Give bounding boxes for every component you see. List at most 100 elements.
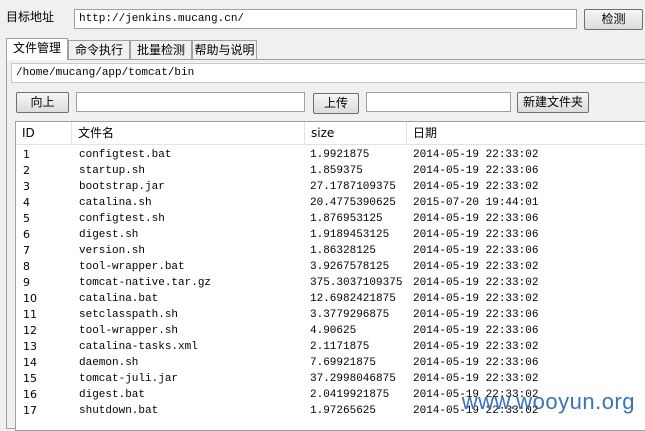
tab-batch-detect[interactable]: 批量检测 [130,40,192,60]
cell-date: 2014-05-19 22:33:02 [413,181,539,193]
tab-command-exec[interactable]: 命令执行 [68,40,130,60]
cell-size: 27.1787109375 [310,181,396,193]
cell-filename: tool-wrapper.sh [79,325,179,337]
cell-size: 4.90625 [310,325,357,337]
cell-date: 2014-05-19 22:33:02 [413,277,539,289]
table-row[interactable]: 1 configtest.bat 1.9921875 2014-05-19 22:33… [16,147,645,163]
cell-filename: shutdown.bat [79,405,159,417]
cell-filename: digest.sh [79,229,139,241]
table-row[interactable]: 8 tool-wrapper.bat 3.9267578125 2014-05-19 … [16,259,645,275]
cell-date: 2014-05-19 22:33:02 [413,149,539,161]
cell-filename: startup.sh [79,165,146,177]
cell-id: 13 [23,340,37,353]
column-header-size[interactable]: size [305,122,407,144]
cell-size: 2.1171875 [310,341,370,353]
cell-size: 7.69921875 [310,357,377,369]
cell-size: 1.9921875 [310,149,370,161]
new-folder-name-input[interactable] [366,92,511,112]
column-header-filename[interactable]: 文件名 [72,122,305,144]
table-row[interactable]: 3 bootstrap.jar 27.1787109375 2014-05-19 22… [16,179,645,195]
table-header: ID 文件名 size 日期 [16,122,645,145]
cell-id: 6 [23,228,30,241]
tab-help[interactable]: 帮助与说明 [192,40,257,60]
cell-date: 2014-05-19 22:33:06 [413,229,539,241]
cell-id: 9 [23,276,30,289]
table-row[interactable]: 10 catalina.bat 12.6982421875 2014-05-19 22… [16,291,645,307]
cell-size: 1.876953125 [310,213,383,225]
cell-size: 375.3037109375 [310,277,403,289]
cell-id: 14 [23,356,37,369]
cell-date: 2014-05-19 22:33:02 [413,261,539,273]
cell-filename: catalina.sh [79,197,152,209]
path-input[interactable]: /home/mucang/app/tomcat/bin [11,63,645,83]
cell-size: 3.3779296875 [310,309,390,321]
column-header-date[interactable]: 日期 [407,122,645,144]
table-row[interactable]: 9 tomcat-native.tar.gz 375.3037109375 2014-… [16,275,645,291]
cell-filename: digest.bat [79,389,146,401]
cell-size: 20.4775390625 [310,197,396,209]
cell-date: 2014-05-19 22:33:02 [413,341,539,353]
table-row[interactable]: 13 catalina-tasks.xml 2.1171875 2014-05-19 … [16,339,645,355]
upload-button[interactable]: 上传 [313,93,359,114]
table-row[interactable]: 4 catalina.sh 20.4775390625 2015-07-20 19:4… [16,195,645,211]
cell-date: 2015-07-20 19:44:01 [413,197,539,209]
cell-size: 1.859375 [310,165,363,177]
cell-id: 3 [23,180,30,193]
cell-id: 1 [23,148,30,161]
new-folder-button[interactable]: 新建文件夹 [517,92,589,113]
cell-date: 2014-05-19 22:33:06 [413,357,539,369]
table-row[interactable]: 6 digest.sh 1.9189453125 2014-05-19 22:33:0… [16,227,645,243]
cell-filename: catalina-tasks.xml [79,341,198,353]
cell-filename: configtest.bat [79,149,172,161]
table-row[interactable]: 7 version.sh 1.86328125 2014-05-19 22:33:06 [16,243,645,259]
table-row[interactable]: 14 daemon.sh 7.69921875 2014-05-19 22:33:06 [16,355,645,371]
cell-filename: tomcat-juli.jar [79,373,179,385]
tab-file-manager[interactable]: 文件管理 [6,38,68,60]
column-header-id[interactable]: ID [16,122,72,144]
cell-date: 2014-05-19 22:33:06 [413,213,539,225]
detect-button[interactable]: 检测 [584,9,643,30]
cell-size: 3.9267578125 [310,261,390,273]
cell-id: 12 [23,324,37,337]
cell-filename: setclasspath.sh [79,309,179,321]
cell-date: 2014-05-19 22:33:06 [413,245,539,257]
file-table: ID 文件名 size 日期 1 configtest.bat 1.9921875 2… [15,121,645,431]
cell-date: 2014-05-19 22:33:06 [413,165,539,177]
table-row[interactable]: 5 configtest.sh 1.876953125 2014-05-19 22:3… [16,211,645,227]
cell-filename: version.sh [79,245,146,257]
watermark: www.wooyun.org [461,389,635,414]
cell-filename: daemon.sh [79,357,139,369]
cell-id: 5 [23,212,30,225]
cell-date: 2014-05-19 22:33:06 [413,309,539,321]
cell-size: 1.9189453125 [310,229,390,241]
table-row[interactable]: 11 setclasspath.sh 3.3779296875 2014-05-19 … [16,307,645,323]
cell-filename: tomcat-native.tar.gz [79,277,212,289]
cell-filename: bootstrap.jar [79,181,165,193]
upload-path-input[interactable] [76,92,305,112]
cell-date: 2014-05-19 22:33:02 [413,293,539,305]
cell-size: 1.86328125 [310,245,377,257]
cell-id: 10 [23,292,37,305]
cell-id: 8 [23,260,30,273]
cell-filename: configtest.sh [79,213,165,225]
table-row[interactable]: 12 tool-wrapper.sh 4.90625 2014-05-19 22:33… [16,323,645,339]
table-row[interactable]: 2 startup.sh 1.859375 2014-05-19 22:33:06 [16,163,645,179]
cell-id: 17 [23,404,37,417]
target-url-input[interactable]: http://jenkins.mucang.cn/ [74,9,577,29]
cell-size: 1.97265625 [310,405,377,417]
cell-size: 37.2998046875 [310,373,396,385]
cell-date: 2014-05-19 22:33:02 [413,373,539,385]
cell-id: 16 [23,388,37,401]
cell-filename: catalina.bat [79,293,159,305]
cell-id: 4 [23,196,30,209]
table-row[interactable]: 15 tomcat-juli.jar 37.2998046875 2014-05-19… [16,371,645,387]
cell-id: 15 [23,372,37,385]
cell-id: 2 [23,164,30,177]
cell-size: 2.0419921875 [310,389,390,401]
cell-date: 2014-05-19 22:33:06 [413,325,539,337]
target-label: 目标地址 [6,10,55,24]
up-button[interactable]: 向上 [16,92,69,113]
cell-size: 12.6982421875 [310,293,396,305]
cell-id: 7 [23,244,30,257]
cell-id: 11 [23,308,37,321]
